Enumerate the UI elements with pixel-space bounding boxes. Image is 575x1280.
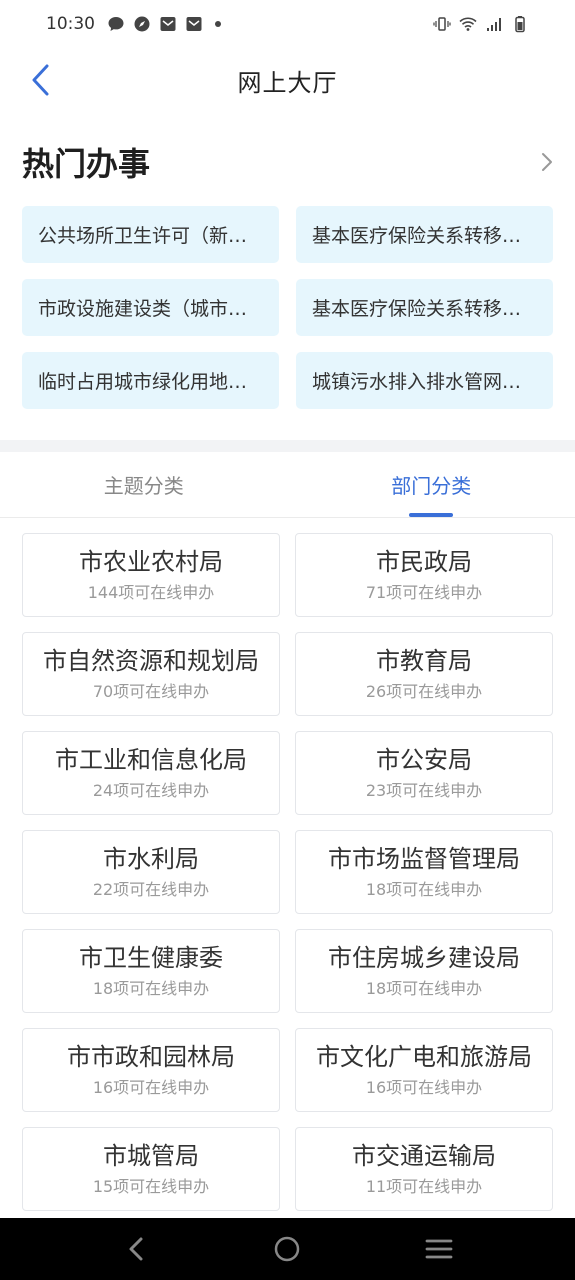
hot-services-section: 热门办事 公共场所卫生许可（新… 基本医疗保险关系转移… 市政设施建设类（城市…… [0, 112, 575, 440]
department-count: 16项可在线申办 [92, 1078, 210, 1097]
department-card[interactable]: 市自然资源和规划局 70项可在线申办 [22, 632, 280, 716]
department-name: 市工业和信息化局 [55, 746, 247, 774]
department-name: 市城管局 [103, 1142, 199, 1170]
back-button[interactable] [20, 58, 60, 102]
hot-service-label: 临时占用城市绿化用地… [38, 371, 248, 393]
hot-service-item[interactable]: 基本医疗保险关系转移… [296, 279, 553, 336]
department-card[interactable]: 市住房城乡建设局 18项可在线申办 [295, 929, 553, 1013]
department-card[interactable]: 市市场监督管理局 18项可在线申办 [295, 830, 553, 914]
app-header: 网上大厅 [0, 48, 575, 112]
department-count: 26项可在线申办 [365, 682, 483, 701]
hot-service-label: 城镇污水排入排水管网… [312, 371, 522, 393]
tab-active-indicator [409, 513, 454, 517]
department-card[interactable]: 市文化广电和旅游局 16项可在线申办 [295, 1028, 553, 1112]
department-count: 18项可在线申办 [365, 880, 483, 899]
chevron-left-icon [32, 64, 49, 96]
department-name: 市水利局 [103, 845, 199, 873]
department-count: 24项可在线申办 [92, 781, 210, 800]
notification-dot [215, 21, 221, 27]
tab-theme-category[interactable]: 主题分类 [0, 452, 288, 517]
department-count: 11项可在线申办 [365, 1177, 483, 1196]
department-count: 15项可在线申办 [92, 1177, 210, 1196]
department-count: 70项可在线申办 [92, 682, 210, 701]
department-count: 18项可在线申办 [92, 979, 210, 998]
department-name: 市公安局 [376, 746, 472, 774]
department-card[interactable]: 市卫生健康委 18项可在线申办 [22, 929, 280, 1013]
hot-service-label: 基本医疗保险关系转移… [312, 225, 522, 247]
department-name: 市自然资源和规划局 [43, 647, 259, 675]
chat-icon [108, 17, 124, 31]
hot-service-item[interactable]: 公共场所卫生许可（新… [22, 206, 279, 263]
hot-service-item[interactable]: 市政设施建设类（城市… [22, 279, 279, 336]
department-name: 市住房城乡建设局 [328, 944, 520, 972]
nav-home-button[interactable] [257, 1227, 317, 1271]
compass-icon [134, 16, 150, 32]
department-card[interactable]: 市农业农村局 144项可在线申办 [22, 533, 280, 617]
hot-service-label: 基本医疗保险关系转移… [312, 298, 522, 320]
nav-recents-button[interactable] [409, 1227, 469, 1271]
system-nav-bar [0, 1218, 575, 1280]
department-name: 市教育局 [376, 647, 472, 675]
department-name: 市农业农村局 [79, 548, 223, 576]
department-count: 18项可在线申办 [365, 979, 483, 998]
department-name: 市市政和园林局 [67, 1043, 235, 1071]
department-name: 市文化广电和旅游局 [316, 1043, 532, 1071]
hot-service-item[interactable]: 临时占用城市绿化用地… [22, 352, 279, 409]
tab-department-category[interactable]: 部门分类 [288, 452, 575, 517]
nav-back-icon [129, 1237, 143, 1261]
page-title: 网上大厅 [237, 68, 338, 97]
department-name: 市交通运输局 [352, 1142, 496, 1170]
nav-menu-icon [425, 1239, 453, 1259]
hot-service-item[interactable]: 基本医疗保险关系转移… [296, 206, 553, 263]
department-name: 市市场监督管理局 [328, 845, 520, 873]
status-left: 10:30 [46, 14, 221, 34]
department-count: 23项可在线申办 [365, 781, 483, 800]
battery-icon [515, 16, 525, 33]
department-card[interactable]: 市民政局 71项可在线申办 [295, 533, 553, 617]
department-card[interactable]: 市交通运输局 11项可在线申办 [295, 1127, 553, 1211]
status-right [433, 15, 529, 33]
department-name: 市民政局 [376, 548, 472, 576]
department-card[interactable]: 市公安局 23项可在线申办 [295, 731, 553, 815]
wifi-icon [459, 17, 477, 31]
hot-services-header: 热门办事 [22, 140, 559, 184]
hot-service-label: 公共场所卫生许可（新… [38, 225, 248, 247]
tab-label: 部门分类 [391, 474, 472, 498]
department-count: 16项可在线申办 [365, 1078, 483, 1097]
hot-services-grid: 公共场所卫生许可（新… 基本医疗保险关系转移… 市政设施建设类（城市… 基本医疗… [22, 206, 553, 409]
department-name: 市卫生健康委 [79, 944, 223, 972]
hot-service-label: 市政设施建设类（城市… [38, 298, 248, 320]
nav-home-icon [275, 1236, 300, 1262]
department-card[interactable]: 市水利局 22项可在线申办 [22, 830, 280, 914]
status-time: 10:30 [46, 14, 95, 34]
status-bar: 10:30 [0, 0, 575, 48]
signal-icon [487, 18, 501, 31]
tab-label: 主题分类 [103, 474, 184, 498]
section-divider [0, 440, 575, 452]
nav-back-button[interactable] [106, 1227, 166, 1271]
hot-services-more-button[interactable] [535, 150, 559, 174]
department-card[interactable]: 市城管局 15项可在线申办 [22, 1127, 280, 1211]
vibrate-icon [433, 17, 451, 31]
department-count: 71项可在线申办 [365, 583, 483, 602]
chevron-right-icon [542, 153, 552, 171]
mail-icon [186, 17, 202, 31]
department-count: 22项可在线申办 [92, 880, 210, 899]
department-card[interactable]: 市市政和园林局 16项可在线申办 [22, 1028, 280, 1112]
hot-service-item[interactable]: 城镇污水排入排水管网… [296, 352, 553, 409]
category-tabs: 主题分类 部门分类 [0, 452, 575, 518]
department-count: 144项可在线申办 [87, 583, 215, 602]
department-card[interactable]: 市工业和信息化局 24项可在线申办 [22, 731, 280, 815]
department-grid: 市农业农村局 144项可在线申办 市民政局 71项可在线申办 市自然资源和规划局 70… [22, 533, 553, 1211]
hot-services-title: 热门办事 [22, 145, 151, 183]
mail-icon [160, 17, 176, 31]
department-card[interactable]: 市教育局 26项可在线申办 [295, 632, 553, 716]
